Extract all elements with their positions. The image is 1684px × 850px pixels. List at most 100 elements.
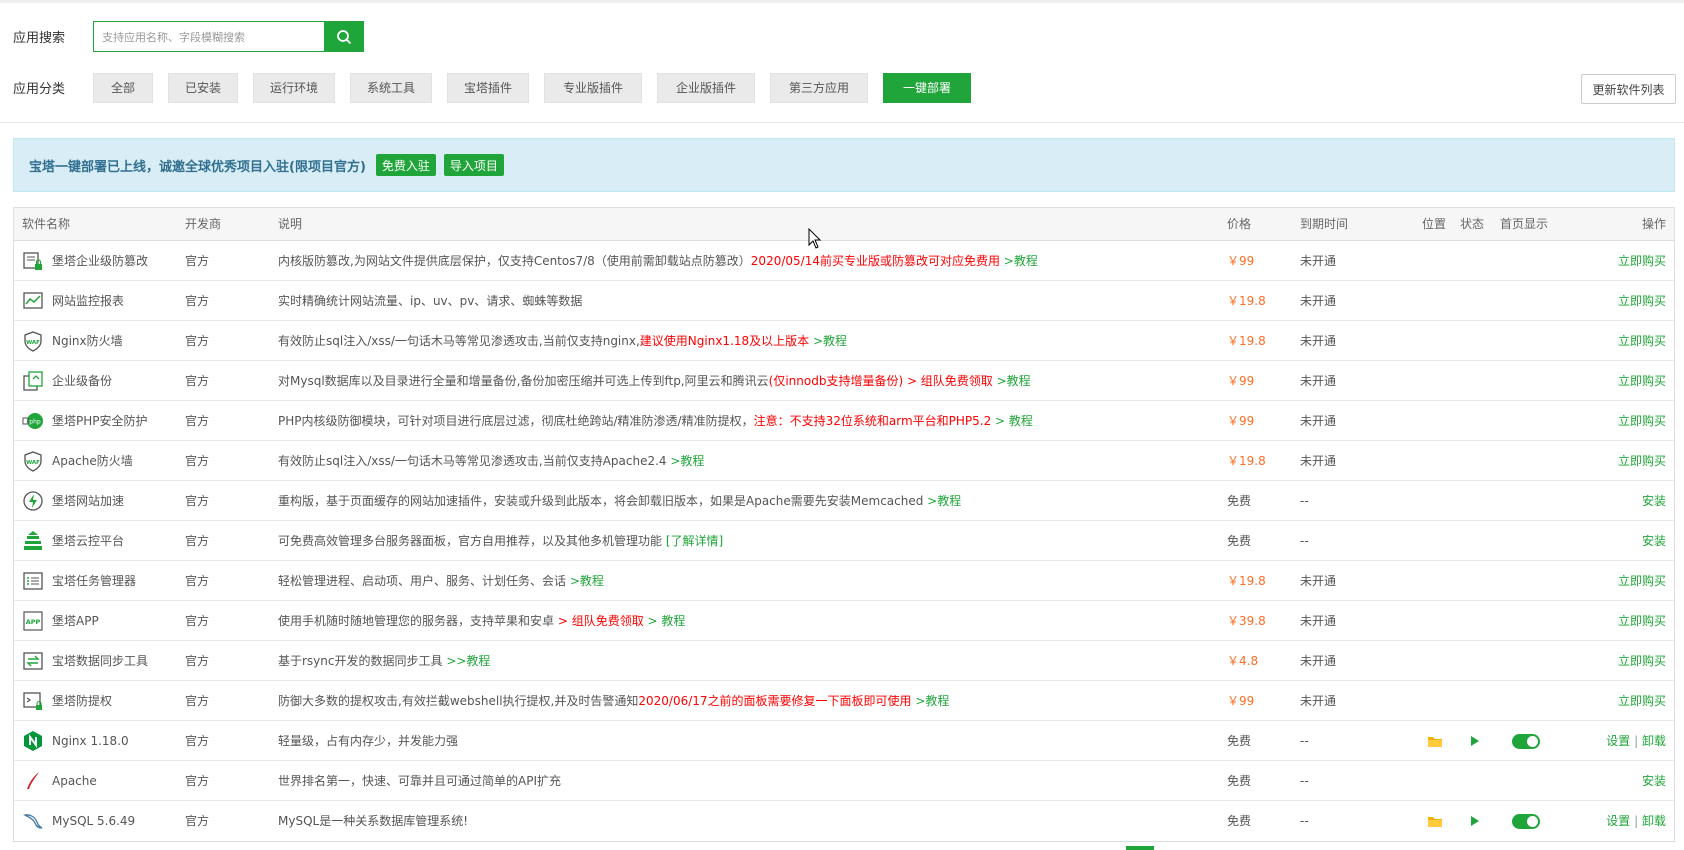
category-label: 应用分类 <box>13 82 66 97</box>
toggle-switch[interactable] <box>1512 733 1540 749</box>
settings-link[interactable]: 设置 <box>1606 814 1630 828</box>
developer: 官方 <box>185 254 210 268</box>
chart-icon <box>22 290 44 312</box>
table-row: MySQL 5.6.49 官方 MySQL是一种关系数据库管理系统! 免费 -- 设置 |… <box>14 801 1674 841</box>
description: 轻量级，占有内存少，并发能力强 <box>278 721 1238 761</box>
buy-now-link[interactable]: 立即购买 <box>1618 574 1666 588</box>
description: 基于rsync开发的数据同步工具 >>教程 <box>278 641 1238 681</box>
buy-now-link[interactable]: 立即购买 <box>1618 654 1666 668</box>
software-name: 堡塔云控平台 <box>52 534 125 548</box>
install-link[interactable]: 安装 <box>1642 774 1666 788</box>
price: ￥19.8 <box>1227 294 1266 308</box>
category-bt-plugins[interactable]: 宝塔插件 <box>447 72 529 103</box>
header-description: 说明 <box>278 217 303 231</box>
buy-now-link[interactable]: 立即购买 <box>1618 254 1666 268</box>
table-row: php 堡塔PHP安全防护 官方 PHP内核级防御模块，可针对项目进行底层过滤，彻底杜… <box>14 401 1674 441</box>
operation-cell: 立即购买 <box>1546 321 1666 361</box>
category-runtime[interactable]: 运行环境 <box>253 72 335 103</box>
search-input[interactable]: 支持应用名称、字段模糊搜索 <box>93 21 324 52</box>
tutorial-link[interactable]: >教程 <box>566 574 604 588</box>
developer: 官方 <box>185 694 210 708</box>
table-row: Nginx 1.18.0 官方 轻量级，占有内存少，并发能力强 免费 -- 设置 | 卸载 <box>14 721 1674 761</box>
price: ￥99 <box>1227 254 1255 268</box>
table-row: 堡塔云控平台 官方 可免费高效管理多台服务器面板，官方自用推荐，以及其他多机管理功能… <box>14 521 1674 561</box>
desc-text: 世界排名第一，快速、可靠并且可通过简单的API扩充 <box>278 774 561 788</box>
apache-feather-icon <box>22 770 44 792</box>
svg-text:WAF: WAF <box>26 340 40 346</box>
buy-now-link[interactable]: 立即购买 <box>1618 374 1666 388</box>
software-name: 网站监控报表 <box>52 294 125 308</box>
description: MySQL是一种关系数据库管理系统! <box>278 801 1238 841</box>
desc-text: 有效防止sql注入/xss/一句话木马等常见渗透攻击,当前仅支持Apache2.… <box>278 454 667 468</box>
software-name-cell: 堡塔防提权 <box>22 681 182 721</box>
software-name: Nginx防火墙 <box>52 334 123 348</box>
price: ￥19.8 <box>1227 454 1266 468</box>
tutorial-link[interactable]: >教程 <box>912 694 949 708</box>
table-row: 企业级备份 官方 对Mysql数据库以及目录进行全量和增量备份,备份加密压缩并可选上… <box>14 361 1674 401</box>
description: 可免费高效管理多台服务器面板，官方自用推荐，以及其他多机管理功能 [了解详情] <box>278 521 1238 561</box>
category-all[interactable]: 全部 <box>93 72 153 103</box>
desc-text: 防御大多数的提权攻击,有效拦截webshell执行提权,并及时告警通知 <box>278 694 639 708</box>
developer: 官方 <box>185 814 210 828</box>
price: ￥99 <box>1227 694 1255 708</box>
uninstall-link[interactable]: 卸载 <box>1642 734 1666 748</box>
op-separator: | <box>1634 814 1639 828</box>
mouse-cursor-icon <box>808 228 822 249</box>
buy-now-link[interactable]: 立即购买 <box>1618 614 1666 628</box>
category-one-click-deploy[interactable]: 一键部署 <box>883 72 971 103</box>
buy-now-link[interactable]: 立即购买 <box>1618 294 1666 308</box>
category-third-party[interactable]: 第三方应用 <box>770 72 868 103</box>
description: 实时精确统计网站流量、ip、uv、pv、请求、蜘蛛等数据 <box>278 281 1238 321</box>
tutorial-link[interactable]: >教程 <box>667 454 704 468</box>
desc-highlight: 2020/05/14前买专业版或防篡改可对应免费用 <box>750 254 1000 268</box>
software-name-cell: Apache <box>22 761 182 801</box>
service-status[interactable] <box>1461 721 1487 761</box>
table-header: 软件名称 开发商 说明 价格 到期时间 位置 状态 首页显示 操作 <box>14 208 1674 241</box>
tutorial-link[interactable]: [了解详情] <box>666 534 723 548</box>
settings-link[interactable]: 设置 <box>1606 734 1630 748</box>
software-name-cell: MySQL 5.6.49 <box>22 801 182 841</box>
import-project-button[interactable]: 导入项目 <box>443 154 504 176</box>
pagination-active-page[interactable] <box>1126 846 1154 850</box>
tutorial-link[interactable]: >教程 <box>993 374 1031 388</box>
task-list-icon <box>22 570 44 592</box>
play-icon <box>1471 736 1479 746</box>
tutorial-link[interactable]: >教程 <box>1000 254 1038 268</box>
free-join-button[interactable]: 免费入驻 <box>375 154 436 176</box>
install-link[interactable]: 安装 <box>1642 494 1666 508</box>
description: 使用手机随时随地管理您的服务器，支持苹果和安卓 > 组队免费领取 > 教程 <box>278 601 1238 641</box>
open-folder-button[interactable] <box>1422 721 1448 761</box>
tutorial-link[interactable]: > 教程 <box>644 614 686 628</box>
price: 免费 <box>1227 814 1252 828</box>
search-button[interactable] <box>324 21 364 52</box>
buy-now-link[interactable]: 立即购买 <box>1618 414 1666 428</box>
buy-now-link[interactable]: 立即购买 <box>1618 334 1666 348</box>
software-name-cell: php 堡塔PHP安全防护 <box>22 401 182 441</box>
operation-cell: 设置 | 卸载 <box>1546 801 1666 841</box>
developer: 官方 <box>185 294 210 308</box>
description: 防御大多数的提权攻击,有效拦截webshell执行提权,并及时告警通知2020/… <box>278 681 1238 721</box>
tutorial-link[interactable]: >教程 <box>923 494 961 508</box>
desc-highlight: 注意：不支持32位系统和arm平台和PHP5.2 <box>753 414 992 428</box>
tutorial-link[interactable]: >教程 <box>809 334 847 348</box>
buy-now-link[interactable]: 立即购买 <box>1618 694 1666 708</box>
tutorial-link[interactable]: > 教程 <box>991 414 1033 428</box>
category-pro-plugins[interactable]: 专业版插件 <box>544 72 642 103</box>
service-status[interactable] <box>1461 801 1487 841</box>
open-folder-button[interactable] <box>1422 801 1448 841</box>
category-system-tools[interactable]: 系统工具 <box>350 72 432 103</box>
update-software-list-button[interactable]: 更新软件列表 <box>1581 74 1676 104</box>
desc-highlight: 2020/06/17之前的面板需要修复一下面板即可使用 <box>638 694 912 708</box>
operation-cell: 立即购买 <box>1546 241 1666 281</box>
buy-now-link[interactable]: 立即购买 <box>1618 454 1666 468</box>
tutorial-link[interactable]: >>教程 <box>446 654 490 668</box>
price: 免费 <box>1227 734 1252 748</box>
table-row: 宝塔数据同步工具 官方 基于rsync开发的数据同步工具 >>教程 ￥4.8 未开通 立即… <box>14 641 1674 681</box>
category-installed[interactable]: 已安装 <box>168 72 238 103</box>
waf-shield-icon: WAF <box>22 330 44 352</box>
toggle-switch[interactable] <box>1512 813 1540 829</box>
install-link[interactable]: 安装 <box>1642 534 1666 548</box>
category-enterprise-plugins[interactable]: 企业版插件 <box>657 72 755 103</box>
desc-text: 内核版防篡改,为网站文件提供底层保护，仅支持Centos7/8（使用前需卸载站点… <box>278 254 751 268</box>
uninstall-link[interactable]: 卸载 <box>1642 814 1666 828</box>
